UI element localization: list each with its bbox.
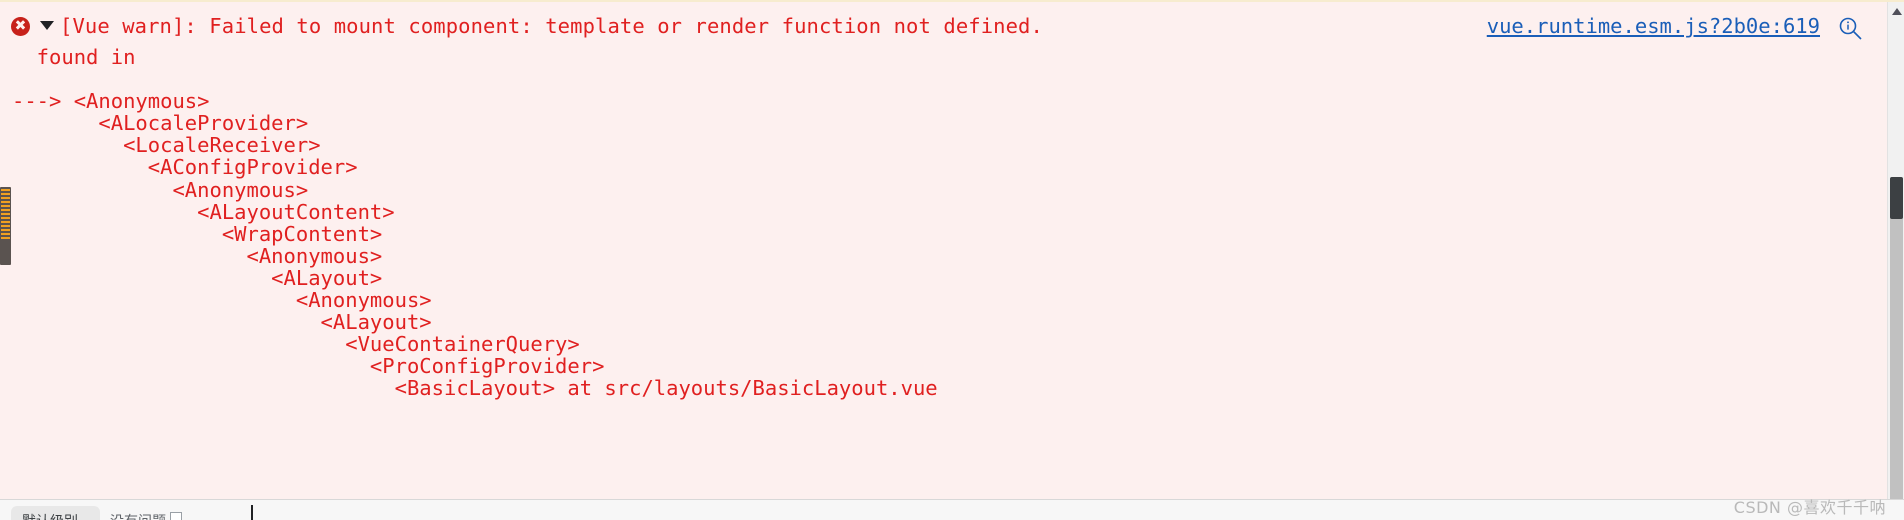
stack-line: <Anonymous> — [12, 243, 383, 268]
stack-line: <Anonymous> — [12, 288, 432, 313]
text-cursor-caret — [251, 505, 253, 520]
stack-line: ---> <Anonymous> — [12, 89, 210, 114]
scroll-thumb[interactable] — [1890, 177, 1903, 499]
stack-line — [0, 68, 1904, 90]
stack-line: <ALayout> — [12, 310, 432, 335]
scroll-thumb-active[interactable] — [1890, 177, 1903, 219]
console-error-message: [Vue warn]: Failed to mount component: t… — [60, 14, 1043, 38]
error-marker-stripe — [1, 189, 10, 191]
error-marker-stripe — [1, 221, 10, 223]
error-circle-icon: ✖ — [11, 17, 30, 36]
console-error-entry[interactable]: ✖ [Vue warn]: Failed to mount component:… — [0, 0, 1904, 500]
error-marker-stripe — [1, 193, 10, 195]
console-source-link[interactable]: vue.runtime.esm.js?2b0e:619 — [1487, 15, 1820, 38]
error-marker-stripe — [1, 205, 10, 207]
error-marker-stripe — [1, 229, 10, 231]
triangle-down-icon[interactable] — [40, 21, 54, 30]
stack-line: <ALayoutContent> — [12, 199, 395, 224]
log-level-filter-label: 默认级别 — [22, 511, 78, 520]
scroll-up-arrow-icon[interactable] — [1892, 8, 1902, 15]
stack-line: <ALayout> — [12, 265, 383, 290]
error-marker-stripe — [1, 197, 10, 199]
stack-line: <ALocaleProvider> — [12, 111, 309, 136]
devtools-console-panel: ✖ [Vue warn]: Failed to mount component:… — [0, 0, 1904, 520]
stack-line: <AConfigProvider> — [12, 155, 358, 180]
component-stack-trace: found in ---> <Anonymous> <ALocaleProvid… — [0, 46, 1904, 400]
vertical-scrollbar[interactable] — [1887, 2, 1904, 499]
stack-line: found in — [12, 45, 136, 69]
stack-line: <ProConfigProvider> — [12, 354, 605, 379]
watermark: CSDN @喜欢千千呐 — [1733, 498, 1886, 517]
console-message-row: ✖ [Vue warn]: Failed to mount component:… — [0, 2, 1904, 44]
error-marker-stripe — [1, 209, 10, 211]
error-marker-stripe — [1, 217, 10, 219]
stack-line: <VueContainerQuery> — [12, 332, 580, 357]
error-marker-stripe — [1, 201, 10, 203]
error-marker-stripe — [1, 225, 10, 227]
error-marker-stripe — [1, 233, 10, 235]
stack-line: <WrapContent> — [12, 221, 383, 246]
stack-line: <BasicLayout> at src/layouts/BasicLayout… — [12, 376, 938, 401]
error-marker-strip[interactable] — [0, 187, 11, 265]
console-bottom-toolbar: 默认级别 没有问题 — [0, 500, 1904, 520]
stack-line: <LocaleReceiver> — [12, 133, 321, 158]
issues-status-label: 没有问题 — [110, 511, 166, 520]
stack-line: <Anonymous> — [12, 177, 309, 202]
error-marker-stripe — [1, 213, 10, 215]
filter-checkbox[interactable] — [170, 512, 182, 520]
error-marker-stripe — [1, 237, 10, 239]
magnifier-info-icon[interactable] — [1838, 16, 1864, 42]
